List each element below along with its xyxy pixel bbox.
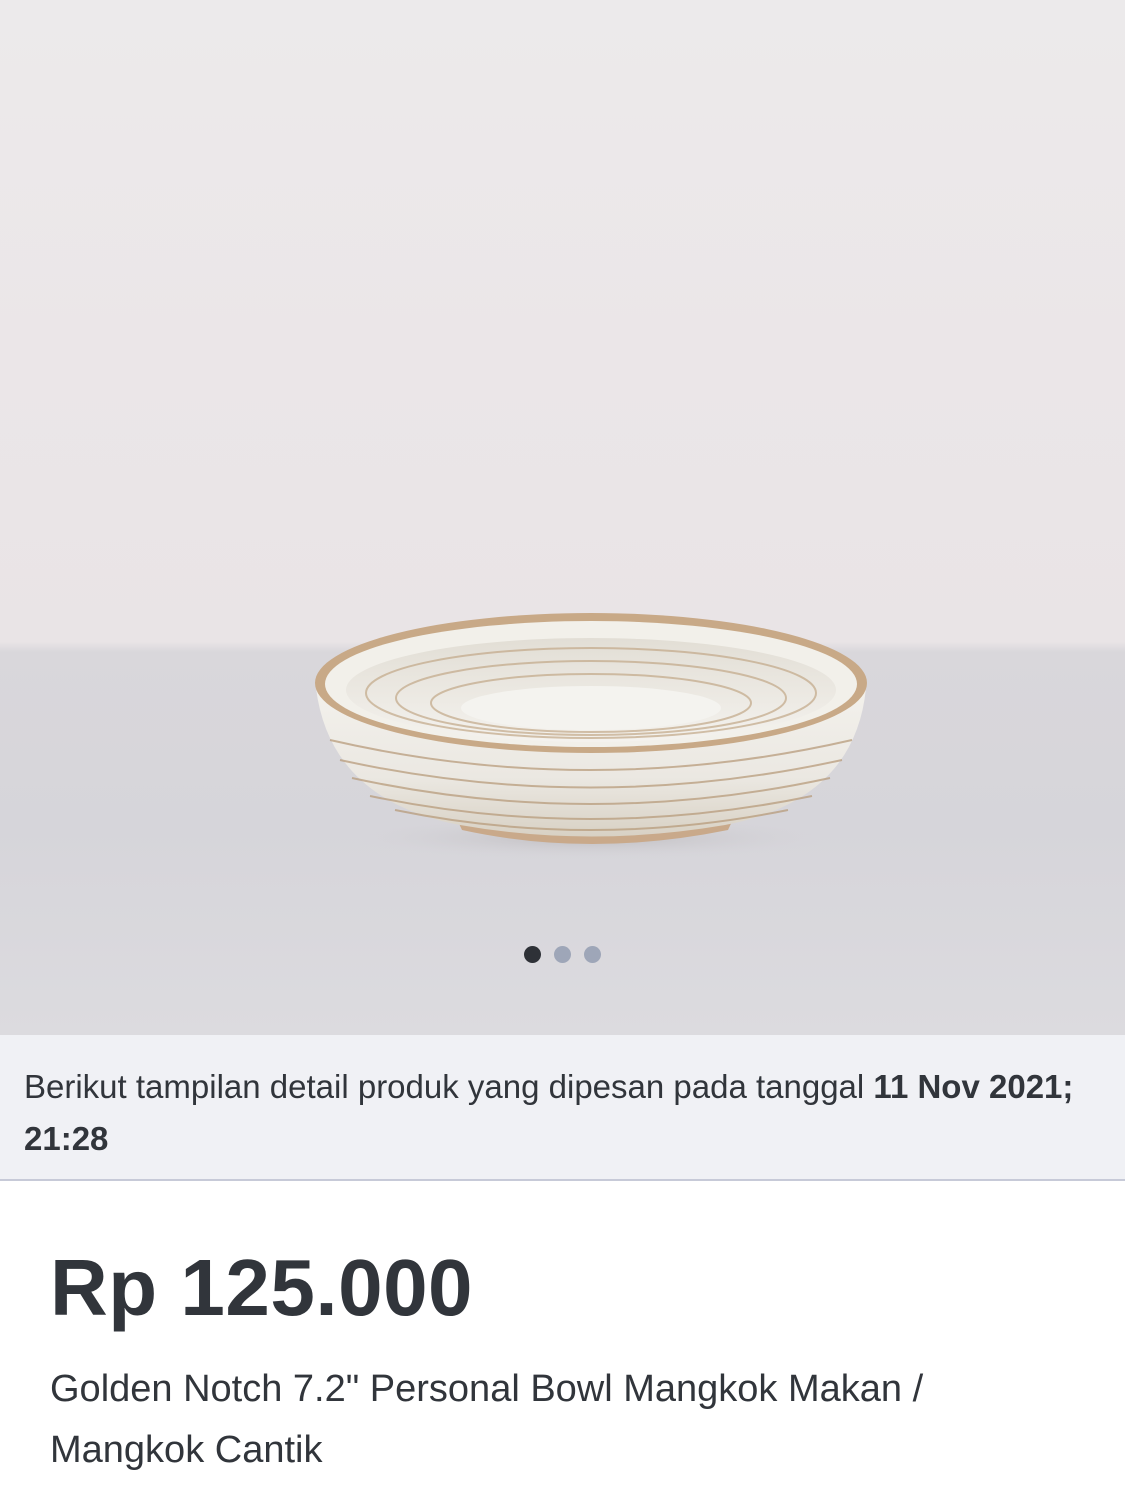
product-price: Rp 125.000 bbox=[50, 1243, 474, 1332]
carousel-indicator[interactable] bbox=[0, 946, 1125, 963]
product-image-gallery[interactable] bbox=[0, 0, 1125, 1035]
product-image bbox=[315, 613, 867, 860]
carousel-dot[interactable] bbox=[524, 946, 541, 963]
carousel-dot[interactable] bbox=[554, 946, 571, 963]
carousel-dot[interactable] bbox=[584, 946, 601, 963]
order-info-text: Berikut tampilan detail produk yang dipe… bbox=[24, 1068, 874, 1105]
order-info-banner: Berikut tampilan detail produk yang dipe… bbox=[0, 1035, 1125, 1181]
product-title: Golden Notch 7.2" Personal Bowl Mangkok … bbox=[50, 1368, 924, 1471]
